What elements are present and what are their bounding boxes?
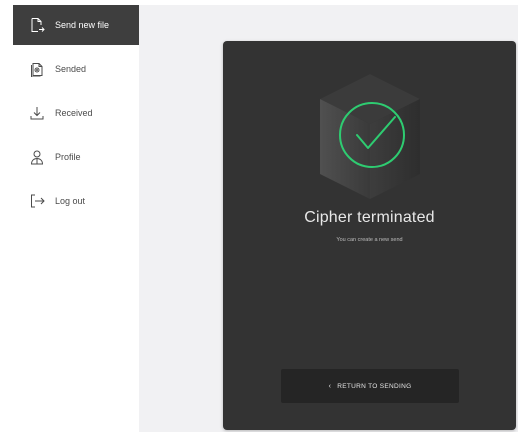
check-circle-icon (315, 71, 425, 201)
nav-received[interactable]: Received (13, 93, 139, 133)
nav-send-new-file[interactable]: Send new file (13, 5, 139, 45)
nav-profile[interactable]: Profile (13, 137, 139, 177)
download-icon (28, 104, 46, 122)
result-panel: Cipher terminated You can create a new s… (223, 41, 516, 430)
nav-label: Log out (55, 196, 86, 206)
sended-document-icon (28, 60, 46, 78)
nav-label: Sended (55, 64, 87, 74)
return-button-label: RETURN TO SENDING (337, 382, 412, 390)
nav-label: Profile (55, 152, 81, 162)
logout-icon (28, 192, 46, 210)
nav-label: Received (55, 108, 93, 118)
result-subtitle: You can create a new send (336, 237, 403, 243)
nav-sended[interactable]: Sended (13, 49, 139, 89)
send-file-icon (28, 16, 46, 34)
nav-log-out[interactable]: Log out (13, 181, 139, 221)
nav-label: Send new file (55, 20, 110, 30)
profile-user-icon (28, 148, 46, 166)
sidebar: Send new file Sended Received Profile Lo… (0, 0, 139, 432)
return-to-sending-button[interactable]: ‹ RETURN TO SENDING (281, 369, 459, 403)
chevron-left-icon: ‹ (328, 382, 332, 390)
result-title: Cipher terminated (304, 209, 435, 226)
